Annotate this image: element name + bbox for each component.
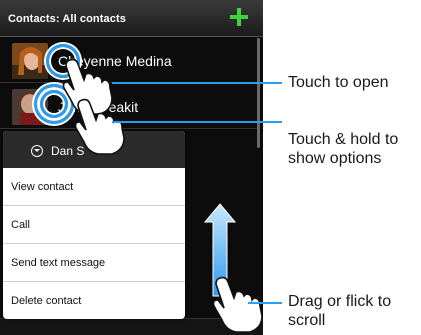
context-menu: Dan S View contact Call Send text messag… <box>3 131 185 319</box>
menu-item-delete-contact[interactable]: Delete contact <box>3 283 185 319</box>
menu-item-view-contact[interactable]: View contact <box>3 169 185 206</box>
menu-item-label: Delete contact <box>11 295 82 307</box>
avatar <box>12 43 48 79</box>
callout-text-line: Drag or flick to <box>288 293 392 310</box>
contact-row-cheyenne[interactable]: Cheyenne Medina <box>0 38 258 83</box>
callout-drag-scroll: Drag or flick to scroll <box>288 292 391 330</box>
header-title: Contacts: All contacts <box>8 13 126 25</box>
hand-pointer-icon <box>74 98 125 155</box>
callout-text-line: Touch & hold to <box>288 131 399 148</box>
hand-pointer-icon <box>212 276 263 333</box>
callout-text-line: Touch to open <box>288 74 389 91</box>
callout-line <box>112 82 282 84</box>
add-contact-plus-icon[interactable] <box>228 6 250 28</box>
list-scrollbar[interactable] <box>257 38 260 148</box>
callout-text-line: show options <box>288 150 382 167</box>
menu-item-label: Send text message <box>11 257 106 269</box>
menu-item-label: View contact <box>11 181 74 193</box>
app-header: Contacts: All contacts <box>0 0 263 37</box>
menu-item-send-text[interactable]: Send text message <box>3 245 185 282</box>
menu-item-call[interactable]: Call <box>3 207 185 244</box>
callout-line <box>248 302 282 304</box>
chevron-down-icon <box>31 145 43 157</box>
menu-item-label: Call <box>11 219 30 231</box>
callout-touch-hold: Touch & hold to show options <box>288 130 398 168</box>
callout-text-line: scroll <box>288 312 326 329</box>
callout-line <box>112 121 282 123</box>
callout-touch-open: Touch to open <box>288 73 389 92</box>
